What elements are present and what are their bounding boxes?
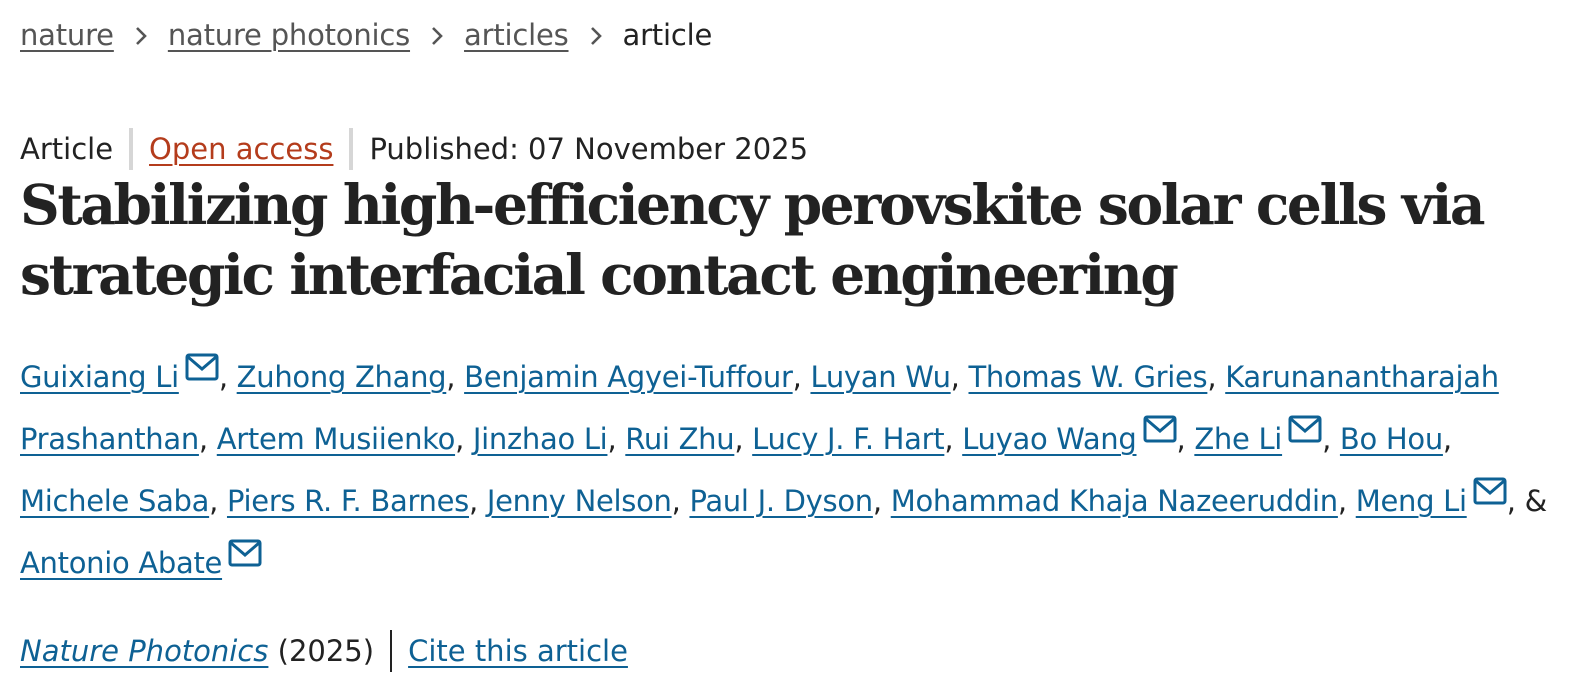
author-separator: ,	[1337, 484, 1356, 518]
author-conjunction: &	[1524, 484, 1548, 518]
breadcrumb-link-nature-photonics[interactable]: nature photonics	[168, 18, 410, 52]
author-link[interactable]: Thomas W. Gries	[969, 360, 1208, 394]
author-separator: ,	[1506, 484, 1525, 518]
author-separator: ,	[950, 360, 969, 394]
author-separator: ,	[1207, 360, 1226, 394]
article-type: Article	[20, 132, 114, 166]
citation-divider	[390, 630, 393, 672]
envelope-mail-icon[interactable]	[228, 539, 262, 567]
envelope-mail-icon[interactable]	[1473, 477, 1507, 505]
author-separator: ,	[446, 360, 465, 394]
meta-divider	[349, 128, 354, 170]
cite-this-article-link[interactable]: Cite this article	[408, 634, 628, 668]
author-link[interactable]: Mohammad Khaja Nazeeruddin	[891, 484, 1338, 518]
article-title-line-1: Stabilizing high-efficiency perovskite s…	[20, 172, 1485, 237]
author-link[interactable]: Piers R. F. Barnes	[227, 484, 469, 518]
author-separator: ,	[1322, 422, 1340, 456]
author-link[interactable]: Michele Saba	[20, 484, 209, 518]
author-link[interactable]: Lucy J. F. Hart	[752, 422, 944, 456]
chevron-right-icon	[114, 20, 168, 50]
author-link[interactable]: Rui Zhu	[625, 422, 734, 456]
author-link[interactable]: Paul J. Dyson	[689, 484, 873, 518]
author-link[interactable]: Jenny Nelson	[487, 484, 672, 518]
author-separator: ,	[1176, 422, 1195, 456]
author-separator: ,	[209, 484, 227, 518]
chevron-right-icon	[410, 20, 464, 50]
author-separator: ,	[1442, 422, 1452, 456]
envelope-mail-icon[interactable]	[185, 353, 219, 381]
author-link[interactable]: Bo Hou	[1340, 422, 1443, 456]
article-meta: Article Open access Published: 07 Novemb…	[20, 128, 808, 170]
author-separator: ,	[455, 422, 473, 456]
author-link[interactable]: Meng Li	[1356, 484, 1467, 518]
author-separator: ,	[607, 422, 626, 456]
author-link[interactable]: Zhe Li	[1194, 422, 1282, 456]
envelope-mail-icon[interactable]	[1143, 415, 1177, 443]
author-link[interactable]: Luyan Wu	[810, 360, 950, 394]
article-title-line-2: strategic interfacial contact engineerin…	[20, 242, 1179, 307]
author-separator: ,	[198, 422, 217, 456]
author-link[interactable]: Artem Musiienko	[217, 422, 456, 456]
author-link[interactable]: Zuhong Zhang	[237, 360, 447, 394]
journal-link[interactable]: Nature Photonics	[20, 634, 268, 668]
breadcrumb: nature nature photonics articles article	[20, 18, 712, 52]
author-link[interactable]: Jinzhao Li	[473, 422, 608, 456]
breadcrumb-current: article	[622, 18, 713, 52]
author-separator: ,	[944, 422, 963, 456]
chevron-right-icon	[569, 20, 623, 50]
author-link[interactable]: Antonio Abate	[20, 546, 222, 580]
author-link[interactable]: Luyao Wang	[962, 422, 1137, 456]
breadcrumb-link-nature[interactable]: nature	[20, 18, 114, 52]
citation-row: Nature Photonics (2025) Cite this articl…	[20, 630, 628, 672]
article-title: Stabilizing high-efficiency perovskite s…	[20, 170, 1520, 310]
author-list: Guixiang Li, Zuhong Zhang, Benjamin Agye…	[20, 346, 1560, 594]
published-date: Published: 07 November 2025	[369, 132, 809, 166]
author-link[interactable]: Benjamin Agyei-Tuffour	[464, 360, 793, 394]
author-separator: ,	[734, 422, 753, 456]
envelope-mail-icon[interactable]	[1288, 415, 1322, 443]
author-separator: ,	[218, 360, 237, 394]
meta-divider	[129, 128, 134, 170]
open-access-link[interactable]: Open access	[149, 132, 333, 166]
publication-year: (2025)	[277, 634, 375, 668]
author-separator: ,	[469, 484, 487, 518]
author-link[interactable]: Guixiang Li	[20, 360, 179, 394]
author-separator: ,	[792, 360, 811, 394]
author-separator: ,	[872, 484, 891, 518]
author-separator: ,	[671, 484, 690, 518]
breadcrumb-link-articles[interactable]: articles	[464, 18, 569, 52]
